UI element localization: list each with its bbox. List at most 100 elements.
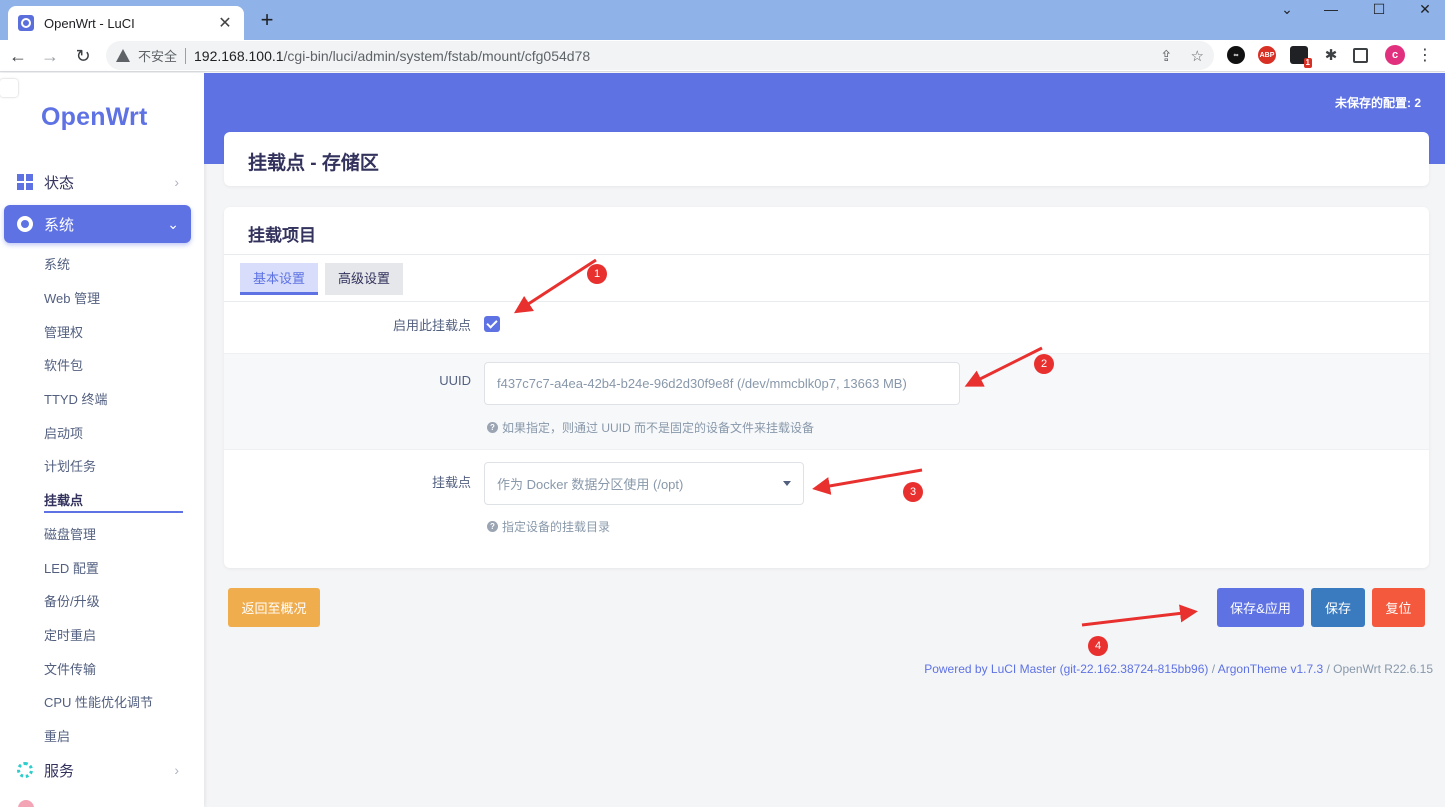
enable-mount-checkbox[interactable] [484, 316, 500, 332]
sidebar-item-admin-rights[interactable]: 管理权 [44, 322, 83, 341]
chevron-right-icon: › [174, 762, 179, 778]
release-version: OpenWrt R22.6.15 [1333, 662, 1433, 676]
services-cog-icon [16, 761, 34, 779]
sidebar-item-timed-reboot[interactable]: 定时重启 [44, 625, 96, 644]
mount-point-hint: ? 指定设备的挂载目录 [487, 518, 610, 535]
sidebar-item-web-admin[interactable]: Web 管理 [44, 288, 100, 307]
infinity-extension-icon[interactable]: ∞ [1227, 46, 1245, 64]
menu-status[interactable]: 状态 › [4, 163, 191, 201]
sidebar-item-system[interactable]: 系统 [44, 254, 70, 273]
unsaved-changes-indicator[interactable]: 未保存的配置: 2 [1335, 94, 1421, 111]
annotation-number-1: 1 [587, 264, 607, 284]
mount-entry-card: 挂载项目 基本设置 高级设置 启用此挂载点 UUID f437c7c7-a4ea… [224, 207, 1429, 568]
insecure-label: 不安全 [138, 49, 178, 64]
menu-services[interactable]: 服务 › [4, 751, 191, 789]
insecure-warning-icon [116, 49, 130, 62]
browser-menu-icon[interactable]: ⋮ [1413, 44, 1437, 68]
reload-icon[interactable]: ↻ [71, 44, 95, 68]
tab-basic-settings[interactable]: 基本设置 [240, 263, 319, 295]
menu-system[interactable]: 系统 ⌄ [4, 205, 191, 243]
save-button[interactable]: 保存 [1311, 588, 1365, 627]
sidebar-item-packages[interactable]: 软件包 [44, 355, 83, 374]
menu-status-label: 状态 [44, 174, 75, 192]
argon-theme-link[interactable]: ArgonTheme v1.7.3 [1218, 662, 1323, 676]
new-tab-icon[interactable]: + [256, 8, 278, 32]
footer: Powered by LuCI Master (git-22.162.38724… [924, 662, 1433, 676]
forward-arrow-icon[interactable]: → [38, 44, 62, 68]
uuid-hint: ? 如果指定，则通过 UUID 而不是固定的设备文件来挂载设备 [487, 419, 814, 436]
close-window-icon[interactable]: ✕ [1405, 0, 1445, 20]
sidebar: OpenWrt 状态 › 系统 ⌄ 系统 Web 管理 管理权 软件包 TTYD… [0, 73, 204, 807]
question-circle-icon: ? [487, 521, 498, 532]
footer-separator: / [1323, 662, 1334, 676]
sidebar-item-mount-points[interactable]: 挂载点 [44, 490, 83, 509]
chevron-right-icon: › [174, 174, 179, 190]
tab-search-chevron-icon[interactable]: ⌄ [1267, 0, 1307, 20]
page-title-card: 挂载点 - 存储区 [224, 132, 1429, 186]
uuid-value: f437c7c7-a4ea-42b4-b24e-96d2d30f9e8f (/d… [497, 376, 907, 391]
sidebar-item-disk-manager[interactable]: 磁盘管理 [44, 524, 96, 543]
gear-icon [16, 215, 34, 233]
tab-advanced-settings[interactable]: 高级设置 [325, 263, 404, 295]
reset-button[interactable]: 复位 [1372, 588, 1425, 627]
mount-point-hint-text: 指定设备的挂载目录 [502, 520, 611, 534]
annotation-arrow-4 [1081, 604, 1198, 627]
close-tab-icon[interactable]: ✕ [216, 13, 234, 33]
minimize-icon[interactable]: — [1311, 0, 1351, 20]
mount-point-value: 作为 Docker 数据分区使用 (/opt) [497, 477, 684, 492]
browser-tab-title: OpenWrt - LuCI [44, 15, 135, 31]
url-path: /cgi-bin/luci/admin/system/fstab/mount/c… [283, 47, 591, 64]
uuid-select[interactable]: f437c7c7-a4ea-42b4-b24e-96d2d30f9e8f (/d… [484, 362, 960, 405]
extensions-puzzle-icon[interactable]: ✱ [1322, 46, 1340, 64]
section-title: 挂载项目 [248, 226, 316, 245]
save-apply-button[interactable]: 保存&应用 [1217, 588, 1304, 627]
omnibox-actions: ⇪ ☆ [1160, 47, 1204, 65]
extension-badge: 1 [1303, 58, 1312, 68]
sidebar-item-led[interactable]: LED 配置 [44, 558, 99, 577]
enable-mount-label: 启用此挂载点 [392, 318, 471, 333]
luci-link[interactable]: Powered by LuCI Master (git-22.162.38724… [924, 662, 1208, 676]
side-panel-icon[interactable] [1353, 48, 1368, 63]
browser-tab[interactable]: OpenWrt - LuCI ✕ [8, 6, 244, 40]
active-item-underline [44, 511, 183, 513]
sidebar-item-startup[interactable]: 启动项 [44, 423, 83, 442]
brand-logo[interactable]: OpenWrt [41, 103, 148, 132]
bookmark-star-icon[interactable]: ☆ [1191, 47, 1204, 65]
annotation-number-2: 2 [1034, 354, 1054, 374]
mount-point-label: 挂载点 [431, 475, 471, 490]
luci-favicon-icon [18, 15, 34, 31]
sidebar-item-backup-upgrade[interactable]: 备份/升级 [44, 591, 100, 610]
page-title: 挂载点 - 存储区 [248, 153, 379, 174]
back-to-overview-button[interactable]: 返回至概况 [228, 588, 320, 627]
chevron-down-icon: ⌄ [167, 215, 179, 232]
menu-system-label: 系统 [44, 216, 75, 234]
browser-toolbar: ← → ↻ 不安全 192.168.100.1 /cgi-bin/luci/ad… [0, 40, 1445, 72]
annotation-number-4: 4 [1088, 636, 1108, 656]
back-arrow-icon[interactable]: ← [6, 44, 30, 68]
adblock-extension-icon[interactable]: ABP [1258, 46, 1276, 64]
uuid-label: UUID [439, 373, 471, 388]
annotation-number-3: 3 [903, 482, 923, 502]
sidebar-item-reboot[interactable]: 重启 [44, 726, 70, 745]
sidebar-toggle-handle[interactable] [0, 79, 18, 97]
dashboard-icon [16, 173, 34, 191]
share-icon[interactable]: ⇪ [1160, 47, 1173, 65]
sidebar-item-scheduled-tasks[interactable]: 计划任务 [44, 456, 96, 475]
address-bar[interactable]: 不安全 192.168.100.1 /cgi-bin/luci/admin/sy… [106, 41, 1214, 70]
mount-point-select[interactable]: 作为 Docker 数据分区使用 (/opt) [484, 462, 804, 505]
browser-tabbar: OpenWrt - LuCI ✕ + ⌄ — ☐ ✕ [0, 0, 1445, 40]
dropdown-caret-icon [783, 481, 791, 486]
url-host: 192.168.100.1 [194, 47, 284, 64]
sidebar-item-ttyd[interactable]: TTYD 终端 [44, 389, 108, 408]
maximize-icon[interactable]: ☐ [1359, 0, 1399, 20]
uuid-hint-text: 如果指定，则通过 UUID 而不是固定的设备文件来挂载设备 [502, 421, 815, 435]
profile-avatar[interactable]: c [1385, 45, 1405, 65]
footer-separator: / [1208, 662, 1218, 676]
extension-with-badge-icon[interactable]: 1 [1290, 46, 1312, 68]
omnibox-separator [185, 47, 187, 64]
sidebar-item-file-transfer[interactable]: 文件传输 [44, 659, 96, 678]
network-menu-icon [18, 800, 34, 807]
settings-tabs: 基本设置 高级设置 [224, 254, 1429, 302]
menu-services-label: 服务 [44, 762, 75, 780]
sidebar-item-cpu-tuning[interactable]: CPU 性能优化调节 [44, 692, 153, 711]
